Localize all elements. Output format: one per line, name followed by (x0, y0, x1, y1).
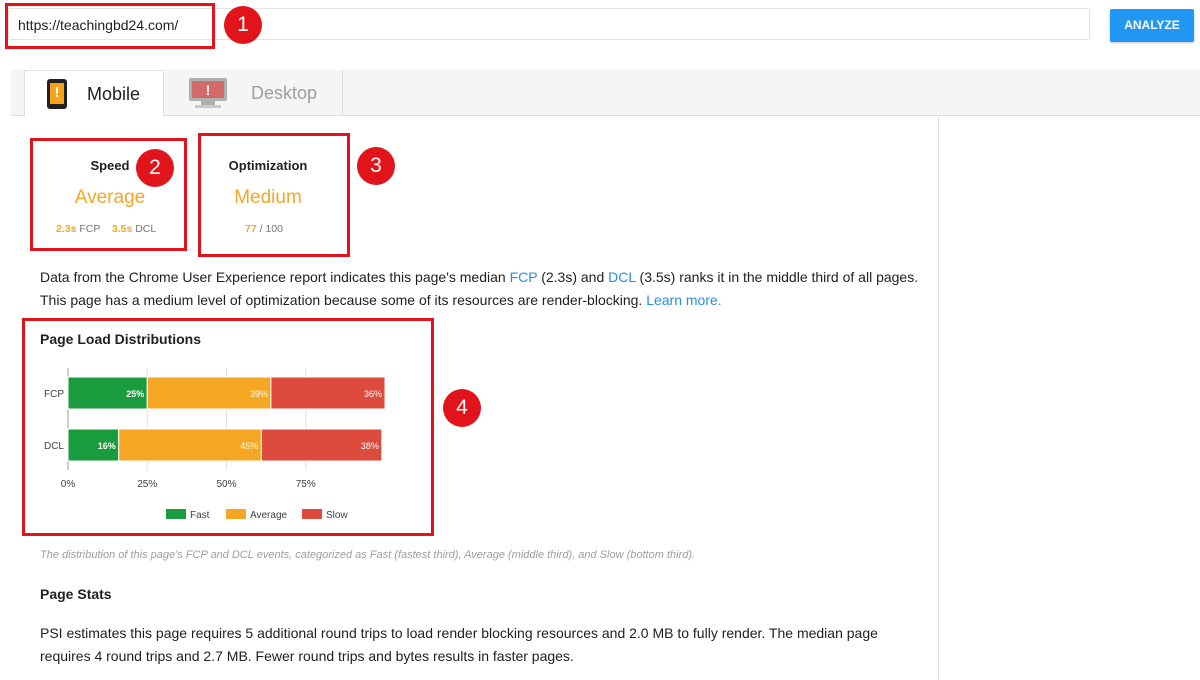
x-tick-1: 25% (137, 479, 157, 490)
distributions-title: Page Load Distributions (40, 331, 202, 347)
speed-rating: Average (74, 187, 146, 208)
summary-text-1: Data from the Chrome User Experience rep… (40, 269, 510, 285)
x-tick-2: 50% (216, 479, 236, 490)
page-load-distribution-chart: FCP 25% 39% 36% DCL 16% 45% 38% 0% 25% 50% 75% Fast A… (44, 368, 386, 521)
sidebar-divider (938, 117, 939, 680)
fcp-link[interactable]: FCP (510, 269, 538, 285)
bar-label-fcp-slow: 36% (364, 389, 382, 399)
dcl-value: 3.5s (111, 223, 133, 235)
dcl-link[interactable]: DCL (608, 269, 636, 285)
mobile-phone-icon: ! (47, 79, 67, 109)
bar-label-fcp-fast: 25% (126, 389, 144, 399)
x-tick-0: 0% (61, 479, 76, 490)
speed-metrics: 2.3s FCP 3.5s DCL (56, 223, 156, 235)
annotation-badge-3: 3 (357, 147, 395, 185)
page-stats-title: Page Stats (40, 586, 112, 602)
annotation-badge-4: 4 (443, 389, 481, 427)
dcl-label: DCL (135, 223, 157, 235)
annotation-badge-2: 2 (136, 149, 174, 187)
legend-swatch-slow (302, 509, 322, 519)
page-stats-text: PSI estimates this page requires 5 addit… (40, 625, 878, 664)
analyze-button[interactable]: ANALYZE (1110, 9, 1194, 42)
legend-label-slow: Slow (326, 510, 348, 521)
optimization-score-value: 77 (245, 223, 257, 235)
category-label-fcp: FCP (44, 389, 64, 400)
legend-swatch-average (226, 509, 246, 519)
bar-label-dcl-fast: 16% (98, 441, 116, 451)
optimization-rating: Medium (234, 187, 302, 208)
optimization-score: 77 / 100 (245, 223, 283, 235)
summary-paragraph: Data from the Chrome User Experience rep… (40, 266, 920, 311)
distributions-caption: The distribution of this page's FCP and … (40, 549, 696, 561)
annotation-box-url (5, 3, 215, 49)
learn-more-link[interactable]: Learn more. (646, 292, 721, 308)
tab-mobile[interactable]: ! Mobile (24, 70, 164, 117)
bar-label-dcl-average: 45% (240, 441, 258, 451)
tab-desktop-label: Desktop (251, 83, 318, 103)
bar-label-fcp-average: 39% (250, 389, 268, 399)
x-tick-3: 75% (296, 479, 316, 490)
optimization-score-max: / 100 (259, 223, 283, 235)
summary-text-2: (2.3s) and (537, 269, 609, 285)
fcp-value: 2.3s (56, 223, 77, 235)
category-label-dcl: DCL (44, 441, 64, 452)
annotation-badge-1: 1 (224, 6, 262, 44)
desktop-monitor-icon: ! (187, 78, 229, 108)
tab-mobile-label: Mobile (87, 84, 141, 104)
legend-label-average: Average (250, 510, 288, 521)
optimization-title: Optimization (228, 158, 308, 173)
tab-desktop[interactable]: ! Desktop (165, 70, 343, 116)
bar-label-dcl-slow: 38% (361, 441, 379, 451)
legend-swatch-fast (166, 509, 186, 519)
legend-label-fast: Fast (190, 510, 210, 521)
fcp-label: FCP (79, 223, 101, 235)
